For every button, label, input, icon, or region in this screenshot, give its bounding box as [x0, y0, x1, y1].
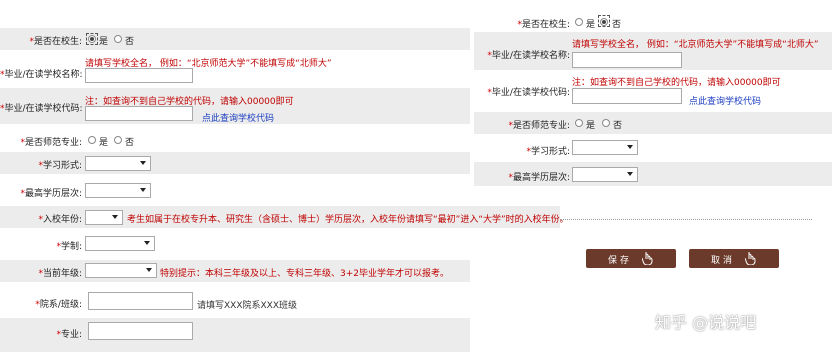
r-school-code-hint: 注：如查询不到自己学校的代码，请输入00000即可 [572, 78, 781, 88]
in-school-yes-label: 是 [99, 37, 109, 47]
r-in-school-yes-radio[interactable] [575, 18, 583, 26]
enroll-year-hint: 考生如属于在校专升本、研究生（含硕士、博士）学历层次，入校年份请填写“最初”进入… [127, 215, 569, 225]
major-label: *专业: [56, 330, 82, 340]
normal-major-no-radio[interactable] [114, 136, 122, 144]
school-code-input[interactable] [85, 106, 193, 121]
r-normal-major-yes-label: 是 [586, 121, 596, 131]
school-code-label: *毕业/在读学校代码: [0, 104, 83, 114]
enroll-year-select[interactable] [85, 210, 123, 225]
r-study-form-label: *学习形式: [526, 147, 570, 157]
r-normal-major-no-label: 否 [613, 121, 623, 131]
r-highest-edu-select[interactable] [572, 167, 638, 182]
chevron-down-icon [627, 145, 633, 149]
in-school-no-radio[interactable] [114, 35, 122, 43]
divider [560, 219, 812, 220]
r-school-name-hint: 请填写学校全名， 例如：“北京师范大学”不能填写成“北师大” [572, 40, 819, 50]
r-normal-major-no-radio[interactable] [602, 119, 610, 127]
study-form-select[interactable] [85, 156, 151, 171]
chevron-down-icon [146, 268, 152, 272]
chevron-down-icon [112, 215, 118, 219]
dept-class-input[interactable] [88, 292, 193, 310]
r-in-school-no-label: 否 [612, 20, 622, 30]
r-normal-major-yes-radio[interactable] [575, 119, 583, 127]
r-in-school-yes-label: 是 [586, 20, 596, 30]
r-school-code-label: *毕业/在读学校代码: [487, 88, 570, 98]
highest-edu-select[interactable] [85, 183, 151, 198]
normal-major-yes-radio[interactable] [88, 136, 96, 144]
grade-label: *当前年级: [38, 269, 82, 279]
highest-edu-label: *最高学历层次: [20, 189, 82, 199]
study-form-label: *学习形式: [38, 161, 82, 171]
r-in-school-no-radio[interactable] [600, 18, 608, 26]
major-input[interactable] [88, 322, 193, 340]
r-school-code-lookup-link[interactable]: 点此查询学校代码 [689, 94, 761, 107]
school-name-label: *毕业/在读学校名称: [0, 70, 83, 80]
grade-select[interactable] [85, 263, 157, 278]
normal-major-yes-label: 是 [99, 138, 109, 148]
normal-major-label: *是否师范专业: [20, 138, 82, 148]
cancel-button-label: 取消 [711, 256, 736, 266]
chevron-down-icon [627, 172, 633, 176]
normal-major-no-label: 否 [125, 138, 135, 148]
enroll-year-label: *入校年份: [38, 215, 82, 225]
hand-pointer-icon [744, 251, 757, 268]
r-study-form-select[interactable] [572, 140, 638, 155]
watermark: 知乎 @说说吧 [655, 313, 757, 332]
grade-hint: 特别提示：本科三年级及以上、专科三年级、3+2毕业学年才可以报考。 [160, 269, 449, 279]
duration-label: *学制: [56, 242, 82, 252]
save-button-label: 保存 [608, 256, 633, 266]
chevron-down-icon [144, 241, 150, 245]
dept-class-hint: 请填写XXX院系XXX班级 [197, 301, 297, 311]
r-school-code-input[interactable] [572, 88, 682, 104]
in-school-yes-radio[interactable] [88, 35, 96, 43]
r-school-name-label: *毕业/在读学校名称: [487, 51, 570, 61]
r-normal-major-label: *是否师范专业: [508, 121, 570, 131]
chevron-down-icon [140, 161, 146, 165]
dept-class-label: *院系/班级: [35, 300, 82, 310]
r-highest-edu-label: *最高学历层次: [508, 173, 570, 183]
cancel-button[interactable]: 取消 [689, 249, 779, 268]
r-school-name-input[interactable] [572, 52, 682, 68]
save-button[interactable]: 保存 [586, 249, 676, 268]
r-in-school-label: *是否在校生: [517, 20, 570, 30]
duration-select[interactable] [85, 236, 155, 251]
chevron-down-icon [140, 188, 146, 192]
hand-pointer-icon [641, 251, 654, 268]
in-school-no-label: 否 [125, 37, 135, 47]
school-code-lookup-link[interactable]: 点此查询学校代码 [202, 111, 274, 124]
in-school-label: *是否在校生: [29, 37, 82, 47]
school-name-input[interactable] [85, 68, 193, 83]
